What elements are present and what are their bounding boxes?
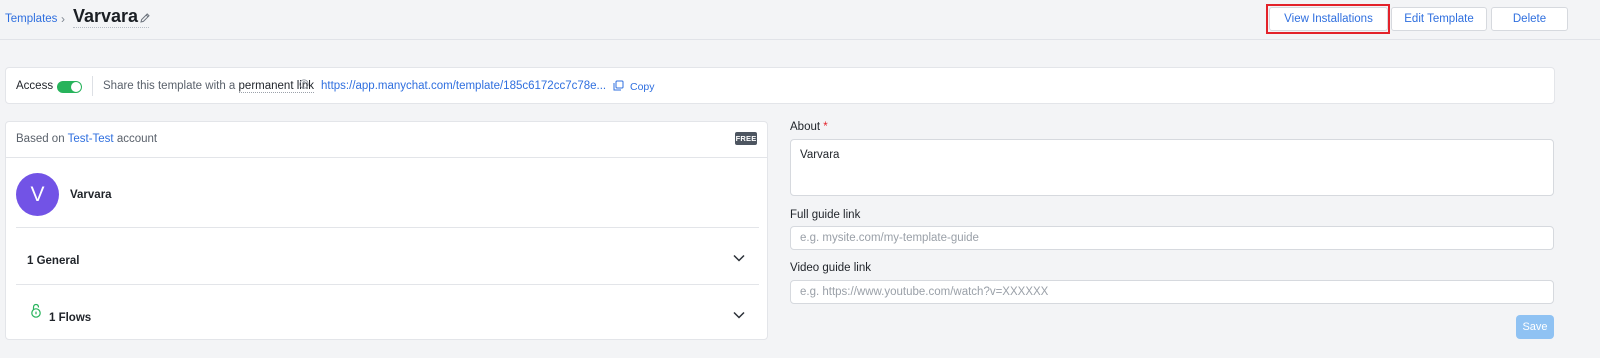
title-underline (73, 27, 149, 28)
full-guide-input[interactable] (790, 226, 1554, 250)
account-link[interactable]: Test-Test (68, 133, 114, 145)
page-title: Varvara (73, 6, 139, 26)
flow-lock-icon (31, 303, 41, 318)
help-icon[interactable] (299, 79, 309, 89)
profile-row: V Varvara (6, 158, 767, 228)
share-prefix: Share this template with a (103, 80, 236, 92)
based-suffix: account (116, 133, 158, 145)
full-guide-label: Full guide link (790, 209, 861, 221)
based-on-text: Based on Test-Test account (16, 133, 157, 145)
profile-name: Varvara (70, 189, 112, 201)
page-header: Templates › Varvara View Installations E… (0, 0, 1600, 40)
view-installations-button[interactable]: View Installations (1269, 7, 1388, 31)
pencil-edit-icon[interactable] (139, 12, 151, 24)
section-general[interactable]: 1 General (16, 227, 759, 284)
access-label: Access (16, 80, 54, 92)
required-asterisk: * (823, 121, 828, 133)
breadcrumb-templates[interactable]: Templates (5, 13, 57, 25)
free-badge: FREE (735, 132, 757, 145)
copy-icon[interactable] (613, 80, 624, 91)
about-label: About * (790, 121, 828, 133)
section-label: 1 General (27, 255, 80, 267)
toggle-knob (71, 82, 81, 92)
save-button[interactable]: Save (1516, 315, 1554, 339)
access-bar: Access Share this template with a perman… (5, 67, 1555, 104)
edit-template-button[interactable]: Edit Template (1391, 7, 1487, 31)
about-label-text: About (790, 121, 821, 133)
breadcrumb-chevron-icon: › (61, 12, 65, 26)
permanent-link[interactable]: https://app.manychat.com/template/185c61… (321, 80, 606, 92)
based-on-row: Based on Test-Test account FREE (6, 122, 767, 158)
copy-button[interactable]: Copy (630, 81, 655, 93)
about-textarea[interactable]: Varvara (790, 139, 1554, 196)
share-text: Share this template with a permanent lin… (103, 80, 314, 93)
delete-button[interactable]: Delete (1491, 7, 1568, 31)
chevron-down-icon[interactable] (733, 311, 745, 319)
based-prefix: Based on (16, 133, 65, 145)
access-toggle[interactable] (57, 81, 82, 93)
video-guide-input[interactable] (790, 280, 1554, 304)
section-flows[interactable]: 1 Flows (16, 284, 759, 339)
template-card: Based on Test-Test account FREE V Varvar… (5, 121, 768, 340)
section-label: 1 Flows (49, 312, 92, 324)
divider (92, 76, 93, 96)
video-guide-label: Video guide link (790, 262, 871, 274)
avatar: V (16, 173, 59, 216)
chevron-down-icon[interactable] (733, 254, 745, 262)
